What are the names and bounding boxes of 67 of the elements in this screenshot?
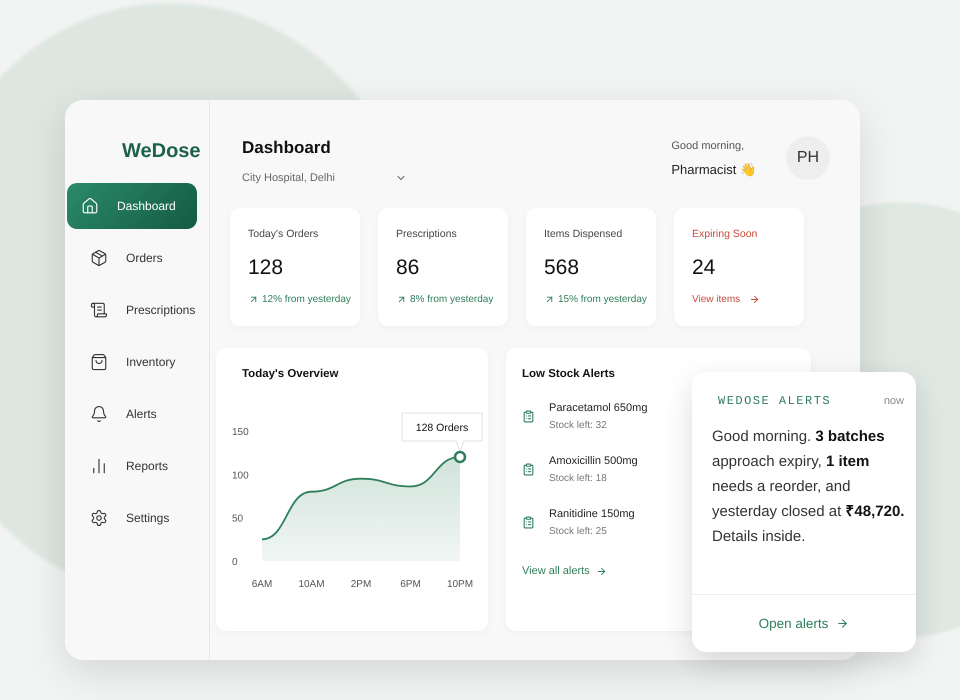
user-name: Pharmacist 👋 [671,162,756,176]
axis-label: 10PM [446,579,474,590]
annotation: 128 Orders [416,422,468,434]
stat-label: Items Dispensed [544,228,624,240]
data-point [454,450,466,464]
nav-item[interactable]: Reports [78,443,198,489]
stat-label: Today's Orders [248,228,320,240]
arrow-right-icon [748,294,760,305]
axis-label: 50 [232,514,244,525]
notification-detail: Details inside. [711,527,806,547]
nav-item[interactable]: Dashboard [67,183,197,229]
tooltip: 128 Orders [402,412,482,452]
axis-label: 2PM [350,579,372,590]
greeting: Good morning, [671,140,746,152]
brand-logo: WeDose [122,140,201,163]
stat-value: 568 [544,256,580,280]
box-icon [90,249,108,267]
trend-up-icon [544,294,555,305]
stat-label: Expiring Soon [692,228,758,240]
trend-note: 12% from yesterday [262,294,351,305]
bag-icon [90,353,108,371]
location-dropdown[interactable]: City Hospital, Delhi [242,172,407,184]
stock-left: Stock left: 25 [549,526,608,537]
clipboard-icon [522,463,535,476]
trend-up-icon [396,294,407,305]
trend-up-icon [248,294,259,305]
axis-label: 150 [232,427,249,438]
stock-left: Stock left: 32 [549,420,608,431]
avatar[interactable]: PH [786,136,830,180]
scroll-icon [90,301,108,319]
open-alerts-button[interactable]: Open alerts [692,594,916,652]
stat-value: 86 [396,256,420,280]
medicine-name: Amoxicillin 500mg [549,455,638,467]
notification-message: Good morning. 3 batches approach expiry, 1 item needs a reorder, and yesterday closed at ₹48,720. [711,427,906,522]
view-all-link[interactable]: View all alerts [522,565,607,577]
axis-label: 0 [232,557,238,568]
nav-item[interactable]: Inventory [78,339,198,385]
nav-item[interactable]: Settings [78,495,198,541]
panel-title: Today's Overview [242,368,340,380]
view-items-link[interactable]: View items [692,294,804,305]
nav-item[interactable]: Orders [78,235,198,281]
stat-value: 24 [692,256,716,280]
axis-label: 6AM [252,579,272,590]
trend-note: 15% from yesterday [558,294,647,305]
bar-chart-icon [90,457,108,475]
arrow-right-icon [836,617,850,630]
trend-note: 8% from yesterday [410,294,494,305]
clipboard-icon [522,516,535,529]
arrow-right-icon [596,566,607,576]
bell-icon [90,405,108,423]
notification-app: WEDOSE ALERTS [718,394,832,408]
page-title: Dashboard [242,138,332,158]
clipboard-icon [522,410,535,423]
medicine-name: Paracetamol 650mg [549,402,648,414]
medicine-name: Ranitidine 150mg [549,508,635,520]
home-icon [81,197,99,215]
axis-label: 6PM [400,579,421,590]
stock-left: Stock left: 18 [549,473,608,484]
stat-label: Prescriptions [396,228,458,240]
nav-item[interactable]: Alerts [78,391,198,437]
axis-label: 10AM [298,579,325,590]
stat-value: 128 [248,256,284,280]
settings-icon [90,509,108,527]
panel-title: Low Stock Alerts [522,368,616,380]
notification-time: now [884,395,904,407]
nav-item[interactable]: Prescriptions [78,287,198,333]
axis-label: 100 [232,470,249,482]
